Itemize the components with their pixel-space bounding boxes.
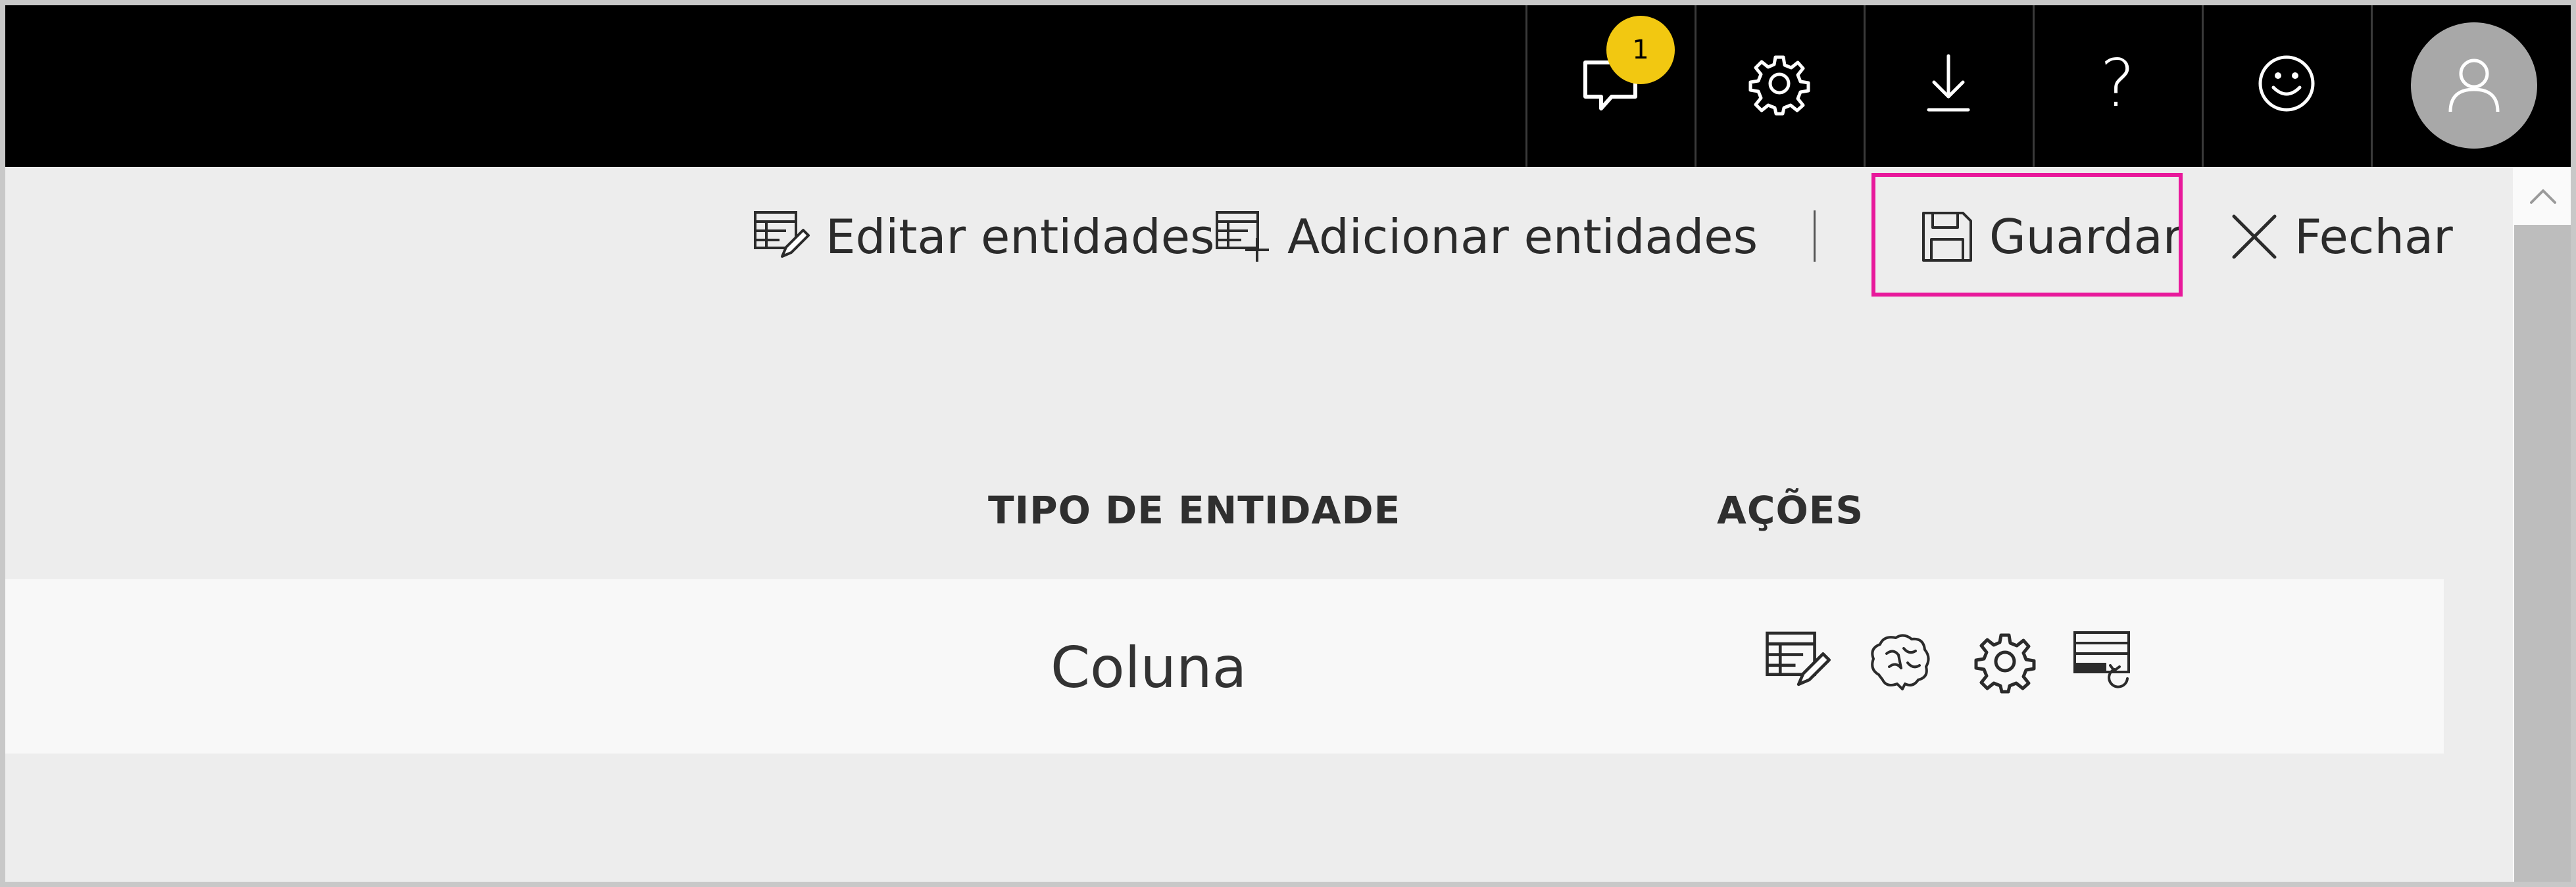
user-icon (2441, 51, 2507, 120)
add-entities-label: Adicionar entidades (1287, 209, 1758, 264)
settings-button[interactable] (1695, 0, 1862, 167)
edit-entities-label: Editar entidades (826, 209, 1215, 264)
feedback-button[interactable] (2202, 0, 2369, 167)
add-table-icon (1215, 210, 1272, 263)
add-entities-button[interactable]: Adicionar entidades (1215, 197, 1758, 276)
close-icon (2230, 212, 2279, 261)
entity-settings-action[interactable] (1972, 629, 2038, 694)
edit-table-icon (753, 210, 810, 263)
top-bar: 1 ? (0, 0, 2576, 167)
download-icon (1916, 51, 1981, 116)
notifications-button[interactable] (1525, 0, 1693, 167)
close-button[interactable]: Fechar (2230, 197, 2453, 276)
column-header-entity-type: TIPO DE ENTIDADE (988, 488, 1401, 533)
edit-entities-button[interactable]: Editar entidades (753, 197, 1215, 276)
train-entity-action[interactable] (1867, 629, 1933, 694)
scroll-up-arrow-icon[interactable] (2525, 178, 2562, 214)
edit-entity-action[interactable] (1765, 629, 1831, 694)
smiley-icon (2254, 51, 2319, 116)
help-icon: ? (2100, 45, 2135, 122)
save-highlight-box (1871, 173, 2183, 297)
avatar[interactable] (2411, 22, 2537, 149)
edit-table-icon (1765, 629, 1831, 694)
notification-count-badge: 1 (1606, 16, 1675, 84)
table-refresh-icon (2071, 629, 2137, 694)
entity-type-cell: Coluna (1051, 635, 1247, 701)
toolbar-divider (1814, 210, 1816, 262)
gear-icon (1972, 629, 2038, 694)
refresh-entity-action[interactable] (2071, 629, 2137, 694)
brain-icon (1867, 629, 1933, 694)
help-button[interactable]: ? (2033, 0, 2200, 167)
column-header-actions: AÇÕES (1717, 488, 1864, 533)
download-button[interactable] (1864, 0, 2031, 167)
gear-icon (1746, 51, 1812, 116)
close-label: Fechar (2294, 209, 2453, 264)
scrollbar-thumb[interactable] (2514, 225, 2573, 882)
